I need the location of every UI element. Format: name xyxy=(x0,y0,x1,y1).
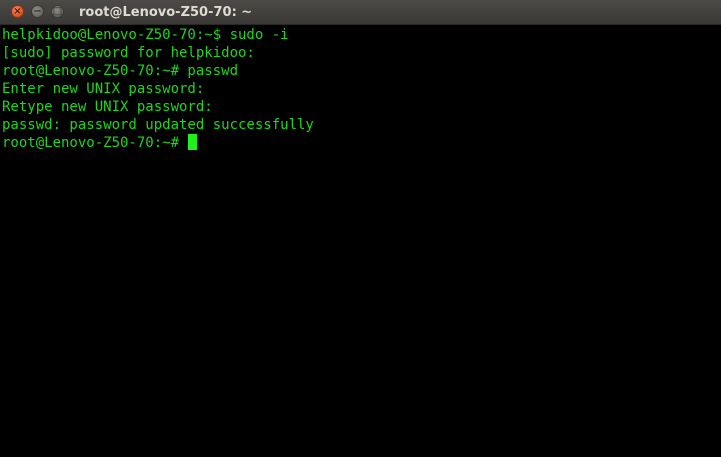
terminal-line: helpkidoo@Lenovo-Z50-70:~$ sudo -i xyxy=(2,27,289,43)
terminal-line: root@Lenovo-Z50-70:~# passwd xyxy=(2,63,239,79)
title-bar[interactable]: × − □ root@Lenovo-Z50-70: ~ xyxy=(0,0,721,25)
minimize-icon: − xyxy=(33,5,42,17)
terminal-line: passwd: password updated successfully xyxy=(2,117,314,133)
maximize-button[interactable]: □ xyxy=(51,5,64,18)
window-title: root@Lenovo-Z50-70: ~ xyxy=(79,5,253,20)
shell-prompt: root@Lenovo-Z50-70:~# xyxy=(2,135,188,151)
close-icon: × xyxy=(13,5,22,17)
text-cursor xyxy=(188,134,198,150)
terminal-line: Enter new UNIX password: xyxy=(2,81,205,97)
maximize-icon: □ xyxy=(52,5,63,17)
terminal-line: [sudo] password for helpkidoo: xyxy=(2,45,255,61)
close-button[interactable]: × xyxy=(11,5,24,18)
terminal-output[interactable]: helpkidoo@Lenovo-Z50-70:~$ sudo -i [sudo… xyxy=(0,25,721,457)
terminal-window: × − □ root@Lenovo-Z50-70: ~ helpkidoo@Le… xyxy=(0,0,721,457)
terminal-line: Retype new UNIX password: xyxy=(2,99,213,115)
minimize-button[interactable]: − xyxy=(31,5,44,18)
terminal-prompt-line[interactable]: root@Lenovo-Z50-70:~# xyxy=(2,134,721,152)
